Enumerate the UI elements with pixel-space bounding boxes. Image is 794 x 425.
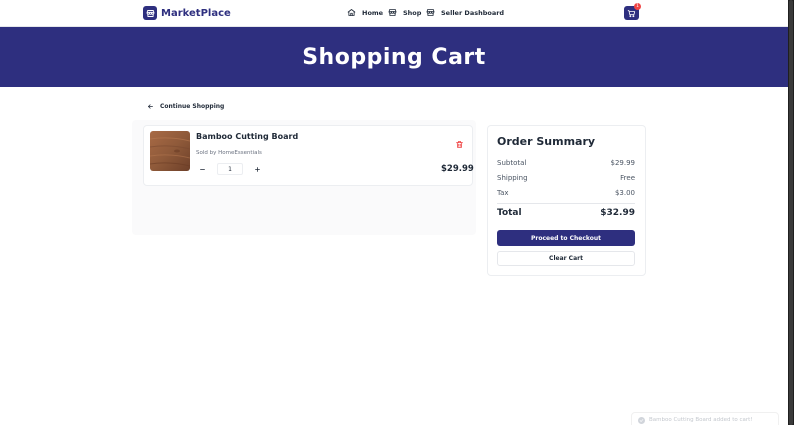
nav-shop-label: Shop [403, 8, 422, 17]
minus-icon [200, 168, 205, 170]
proceed-to-checkout-button[interactable]: Proceed to Checkout [497, 230, 635, 246]
remove-item-button[interactable] [455, 134, 464, 148]
subtotal-value: $29.99 [610, 159, 636, 167]
tax-row: Tax $3.00 [497, 189, 635, 197]
check-circle-icon [638, 416, 645, 424]
home-icon [347, 9, 356, 16]
continue-shopping-link[interactable]: Continue Shopping [147, 103, 224, 110]
page-hero: Shopping Cart [0, 27, 788, 87]
shipping-row: Shipping Free [497, 174, 635, 182]
cart-item [143, 125, 473, 186]
page-title: Shopping Cart [302, 44, 486, 70]
store-icon [388, 9, 397, 16]
total-row: Total $32.99 [497, 208, 635, 218]
increase-quantity-button[interactable] [251, 163, 264, 175]
brand-logo[interactable]: MarketPlace [143, 6, 231, 20]
quantity-value[interactable]: 1 [217, 163, 243, 175]
nav-home[interactable]: Home [347, 8, 383, 17]
tax-label: Tax [497, 189, 509, 197]
scrollbar-thumb[interactable] [789, 0, 793, 425]
subtotal-row: Subtotal $29.99 [497, 159, 635, 167]
product-seller: Sold by HomeEssentials [196, 150, 262, 156]
toast-notification: Bamboo Cutting Board added to cart! [631, 412, 779, 425]
order-summary-title: Order Summary [497, 135, 596, 148]
plus-icon [255, 166, 260, 172]
nav-seller-dashboard[interactable]: Seller Dashboard [426, 8, 504, 17]
cart-icon [627, 9, 636, 17]
total-label: Total [497, 208, 522, 218]
product-price: $29.99 [441, 164, 474, 174]
shipping-label: Shipping [497, 174, 528, 182]
nav-seller-dashboard-label: Seller Dashboard [441, 8, 505, 17]
clear-cart-button[interactable]: Clear Cart [497, 251, 635, 266]
nav-home-label: Home [362, 8, 384, 17]
brand-name: MarketPlace [161, 7, 231, 19]
shipping-value: Free [620, 174, 635, 182]
store-logo-icon [143, 6, 157, 20]
toast-message: Bamboo Cutting Board added to cart! [649, 417, 753, 423]
store-icon [426, 9, 435, 16]
product-name: Bamboo Cutting Board [196, 132, 299, 141]
summary-divider [497, 203, 635, 204]
nav-shop[interactable]: Shop [388, 8, 421, 17]
arrow-left-icon [148, 104, 153, 109]
continue-shopping-label: Continue Shopping [160, 103, 225, 110]
product-image [150, 131, 190, 171]
decrease-quantity-button[interactable] [196, 163, 209, 175]
trash-icon [456, 141, 463, 148]
quantity-stepper: 1 [196, 163, 264, 175]
total-value: $32.99 [600, 208, 635, 218]
subtotal-label: Subtotal [497, 159, 527, 167]
cart-count-badge: 1 [634, 3, 641, 10]
tax-value: $3.00 [614, 189, 635, 197]
